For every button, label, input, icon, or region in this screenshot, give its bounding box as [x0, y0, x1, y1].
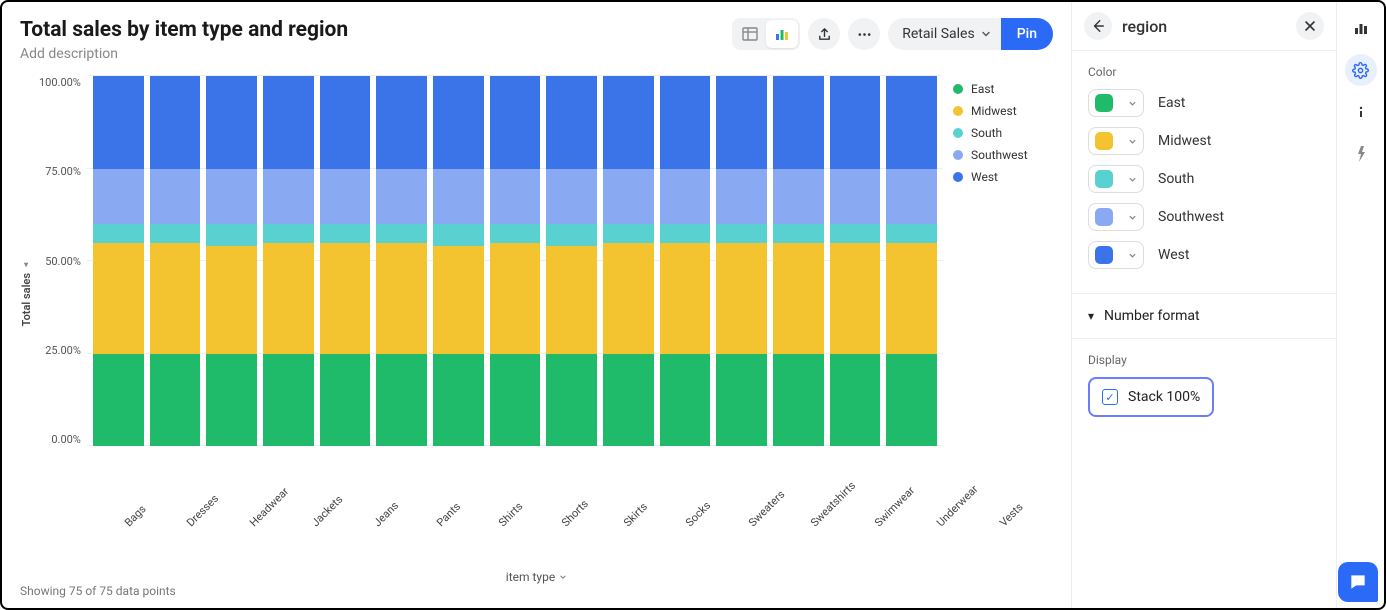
bar-jeans[interactable]	[320, 76, 371, 446]
color-picker[interactable]	[1088, 127, 1144, 155]
chart-view-button[interactable]	[766, 20, 798, 48]
legend-item[interactable]: Southwest	[953, 148, 1053, 162]
source-pin-control: Retail Sales Pin	[888, 18, 1053, 50]
rail-chart-button[interactable]	[1345, 12, 1377, 44]
checkbox-checked-icon: ✓	[1102, 389, 1118, 405]
bar-shirts[interactable]	[433, 76, 484, 446]
y-axis-ticks: 100.00%75.00%50.00%25.00%0.00%	[33, 76, 87, 446]
color-name: East	[1158, 95, 1185, 111]
rail-actions-button[interactable]	[1345, 138, 1377, 170]
bar-socks[interactable]	[603, 76, 654, 446]
color-assignment-row: West	[1088, 241, 1320, 269]
pin-button[interactable]: Pin	[1001, 18, 1053, 50]
number-format-toggle[interactable]: ▾ Number format	[1088, 308, 1320, 324]
color-assignment-row: East	[1088, 89, 1320, 117]
more-options-button[interactable]	[848, 18, 880, 50]
x-axis-label[interactable]: item type	[20, 570, 1053, 584]
bar-underwear[interactable]	[830, 76, 881, 446]
color-picker[interactable]	[1088, 241, 1144, 269]
view-toggle	[732, 18, 800, 50]
color-picker[interactable]	[1088, 165, 1144, 193]
bar-skirts[interactable]	[546, 76, 597, 446]
bar-pants[interactable]	[376, 76, 427, 446]
bar-swimwear[interactable]	[773, 76, 824, 446]
description-placeholder[interactable]: Add description	[20, 46, 348, 62]
x-axis-ticks: BagsDressesHeadwearJacketsJeansPantsShir…	[110, 510, 1053, 570]
chat-widget[interactable]	[1338, 562, 1378, 602]
color-assignment-row: Midwest	[1088, 127, 1320, 155]
chevron-down-icon	[981, 29, 991, 39]
color-picker[interactable]	[1088, 89, 1144, 117]
bar-headwear[interactable]	[206, 76, 257, 446]
right-rail	[1336, 2, 1384, 608]
chart-plot	[87, 76, 943, 446]
legend-item[interactable]: South	[953, 126, 1053, 140]
data-source-dropdown[interactable]: Retail Sales	[888, 18, 1001, 50]
color-picker[interactable]	[1088, 203, 1144, 231]
bar-vests[interactable]	[886, 76, 937, 446]
panel-title: region	[1122, 17, 1286, 36]
data-point-count: Showing 75 of 75 data points	[20, 584, 1053, 598]
bar-jackets[interactable]	[263, 76, 314, 446]
page-title: Total sales by item type and region	[20, 18, 348, 42]
color-assignment-row: Southwest	[1088, 203, 1320, 231]
stack-100-checkbox[interactable]: ✓ Stack 100%	[1088, 377, 1214, 417]
bar-shorts[interactable]	[490, 76, 541, 446]
legend-item[interactable]: West	[953, 170, 1053, 184]
legend-item[interactable]: East	[953, 82, 1053, 96]
close-panel-button[interactable]	[1296, 12, 1324, 40]
display-section-label: Display	[1088, 353, 1320, 367]
back-button[interactable]	[1084, 12, 1112, 40]
color-name: West	[1158, 247, 1189, 263]
chevron-down-icon	[559, 573, 567, 581]
bar-sweaters[interactable]	[660, 76, 711, 446]
bar-sweatshirts[interactable]	[716, 76, 767, 446]
bar-dresses[interactable]	[150, 76, 201, 446]
color-name: Southwest	[1158, 209, 1224, 225]
color-section-label: Color	[1088, 65, 1320, 79]
rail-info-button[interactable]	[1345, 96, 1377, 128]
y-axis-label: Total sales	[20, 260, 33, 326]
config-panel: region Color East Midwest South Southwest We…	[1071, 2, 1336, 608]
legend-item[interactable]: Midwest	[953, 104, 1053, 118]
color-assignment-row: South	[1088, 165, 1320, 193]
data-source-label: Retail Sales	[902, 26, 975, 42]
rail-settings-button[interactable]	[1345, 54, 1377, 86]
share-button[interactable]	[808, 18, 840, 50]
color-name: South	[1158, 171, 1194, 187]
chart-legend: East Midwest South Southwest West	[943, 76, 1053, 510]
chevron-down-icon: ▾	[1088, 309, 1094, 323]
table-view-button[interactable]	[734, 20, 766, 48]
color-name: Midwest	[1158, 133, 1211, 149]
bar-bags[interactable]	[93, 76, 144, 446]
